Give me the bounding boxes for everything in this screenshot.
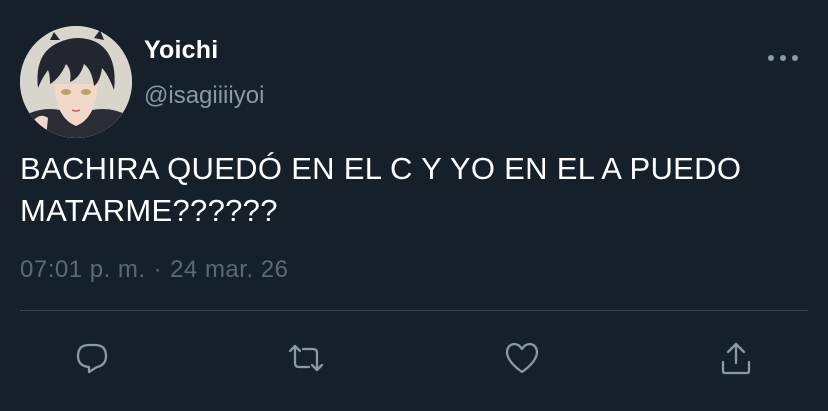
meta-separator: ·	[153, 256, 163, 283]
avatar[interactable]	[20, 26, 132, 138]
tweet-timestamp[interactable]: 07:01 p. m. · 24 mar. 26	[20, 256, 288, 284]
more-dots-icon	[768, 55, 774, 61]
more-options-button[interactable]	[768, 48, 798, 68]
display-name[interactable]: Yoichi	[144, 36, 218, 65]
tweet-card: Yoichi @isagiiiiyoi BACHIRA QUEDÓ EN EL …	[0, 0, 828, 411]
tweet-text: BACHIRA QUEDÓ EN EL C Y YO EN EL A PUEDO…	[20, 151, 742, 228]
reply-bubble-icon	[76, 343, 108, 374]
share-button[interactable]	[716, 338, 756, 378]
tweet-date: 24 mar. 26	[170, 256, 289, 283]
divider	[20, 310, 808, 311]
share-upload-icon	[721, 342, 751, 375]
more-dots-icon	[792, 55, 798, 61]
user-handle[interactable]: @isagiiiiyoi	[144, 82, 264, 110]
more-dots-icon	[780, 55, 786, 61]
reply-button[interactable]	[72, 338, 112, 378]
retweet-button[interactable]	[286, 338, 326, 378]
retweet-icon	[288, 344, 324, 372]
like-button[interactable]	[502, 338, 542, 378]
avatar-illustration	[20, 26, 132, 138]
tweet-time: 07:01 p. m.	[20, 256, 146, 283]
heart-icon	[505, 342, 539, 374]
